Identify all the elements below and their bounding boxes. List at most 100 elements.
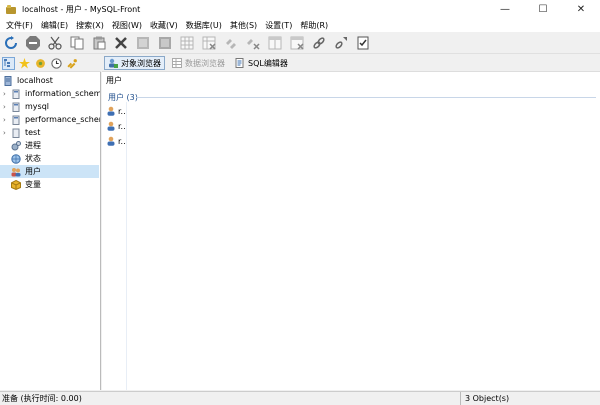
expand-arrow-icon[interactable]: ›: [3, 116, 9, 124]
gears-icon: [11, 140, 21, 151]
tree-node-database[interactable]: › mysql: [3, 100, 49, 113]
menu-other[interactable]: 其他(S): [226, 20, 261, 31]
object-browser-icon: [108, 58, 118, 68]
users-icon: [11, 167, 21, 177]
tree-node-database[interactable]: › information_schem: [3, 87, 101, 100]
window-title: localhost - 用户 - MySQL-Front: [22, 4, 141, 14]
key-icon[interactable]: [66, 57, 79, 70]
refresh-icon[interactable]: [3, 35, 19, 51]
tab-data-browser[interactable]: 数据浏览器: [169, 56, 228, 70]
status-message: 准备 (执行时间: 0.00): [0, 391, 461, 405]
table-icon[interactable]: [267, 35, 283, 51]
main-toolbar: [0, 32, 600, 54]
user-icon: [106, 106, 116, 116]
tree-node-variables[interactable]: 变量: [11, 178, 41, 191]
sql-editor-icon: [235, 58, 245, 68]
tree-node-label: information_schem: [25, 89, 101, 98]
checklist-icon[interactable]: [355, 35, 371, 51]
grid-delete-icon[interactable]: [201, 35, 217, 51]
menu-edit[interactable]: 编辑(E): [37, 20, 72, 31]
link-icon[interactable]: [223, 35, 239, 51]
menu-favorites[interactable]: 收藏(V): [146, 20, 182, 31]
object-count: 3 Object(s): [465, 394, 510, 403]
server-icon: [3, 75, 13, 86]
tree-node-processes[interactable]: 进程: [11, 139, 41, 152]
tab-data-browser-label: 数据浏览器: [185, 58, 225, 68]
paste-icon[interactable]: [91, 35, 107, 51]
tree-node-database[interactable]: › performance_scher: [3, 113, 101, 126]
view-tabs: 对象浏览器 数据浏览器 SQL编辑器: [102, 55, 600, 72]
menu-bar: 文件(F) 编辑(E) 搜索(X) 视图(W) 收藏(V) 数据库(U) 其他(…: [0, 18, 600, 32]
data-browser-icon: [172, 58, 182, 68]
tree-node-label: 变量: [25, 180, 41, 189]
delete-icon[interactable]: [113, 35, 129, 51]
stop-icon[interactable]: [25, 35, 41, 51]
user-name: r..: [118, 106, 126, 116]
tree-node-label: test: [25, 128, 41, 137]
user-item[interactable]: r..: [106, 135, 126, 147]
cut-icon[interactable]: [47, 35, 63, 51]
tree-icon[interactable]: [2, 56, 15, 70]
copy-icon[interactable]: [69, 35, 85, 51]
tab-sql-editor-label: SQL编辑器: [248, 58, 288, 68]
menu-file[interactable]: 文件(F): [2, 20, 37, 31]
tree-node-users[interactable]: 用户: [0, 165, 99, 178]
status-globe-icon: [11, 153, 21, 164]
database-icon: [11, 128, 21, 138]
tree-node-label: 状态: [25, 154, 41, 163]
export-icon[interactable]: [157, 35, 173, 51]
close-button[interactable]: ✕: [562, 0, 600, 18]
database-icon: [11, 115, 21, 125]
user-item[interactable]: r..: [106, 120, 126, 132]
navigator-tabs: [0, 55, 101, 72]
database-icon: [11, 89, 21, 99]
tree-node-label: performance_scher: [25, 115, 101, 124]
chain-arrow-icon[interactable]: [333, 35, 349, 51]
user-item[interactable]: r..: [106, 105, 126, 117]
title-bar: localhost - 用户 - MySQL-Front — ☐ ✕: [0, 0, 600, 18]
variables-cube-icon: [11, 179, 21, 190]
tree-node-label: 进程: [25, 141, 41, 150]
expand-arrow-icon[interactable]: ›: [3, 103, 9, 111]
menu-view[interactable]: 视图(W): [108, 20, 146, 31]
app-folder-icon: [6, 4, 16, 14]
status-bar: 准备 (执行时间: 0.00) 3 Object(s): [0, 391, 600, 405]
grid-icon[interactable]: [179, 35, 195, 51]
navigation-tree: localhost › information_schem › mysql › …: [0, 72, 101, 390]
window-controls: — ☐ ✕: [486, 0, 600, 18]
expand-arrow-icon[interactable]: ›: [3, 129, 9, 137]
column-divider: [126, 102, 127, 390]
import-icon[interactable]: [135, 35, 151, 51]
group-divider: [136, 97, 596, 98]
tab-sql-editor[interactable]: SQL编辑器: [232, 56, 291, 70]
user-icon: [106, 121, 116, 131]
database-icon: [11, 102, 21, 112]
tree-node-label: localhost: [17, 76, 53, 85]
expand-arrow-icon[interactable]: ›: [3, 90, 9, 98]
chain-icon[interactable]: [311, 35, 327, 51]
maximize-button[interactable]: ☐: [524, 0, 562, 18]
tree-node-label: 用户: [25, 167, 41, 176]
star-icon[interactable]: [18, 57, 31, 70]
menu-database[interactable]: 数据库(U): [182, 20, 226, 31]
user-name: r..: [118, 121, 126, 131]
users-group-label: 用户 (3): [108, 93, 138, 102]
link-delete-icon[interactable]: [245, 35, 261, 51]
object-browser-panel: 用户 用户 (3) r.. r.. r..: [102, 72, 600, 390]
minimize-button[interactable]: —: [486, 0, 524, 18]
tree-node-label: mysql: [25, 102, 49, 111]
user-icon: [106, 136, 116, 146]
clock-icon[interactable]: [50, 57, 63, 70]
table-delete-icon[interactable]: [289, 35, 305, 51]
menu-settings[interactable]: 设置(T): [261, 20, 296, 31]
content-header: 用户: [106, 76, 122, 85]
tab-object-browser[interactable]: 对象浏览器: [104, 56, 165, 70]
menu-help[interactable]: 帮助(R): [296, 20, 332, 31]
menu-search[interactable]: 搜索(X): [72, 20, 108, 31]
tree-node-status[interactable]: 状态: [11, 152, 41, 165]
folder-icon[interactable]: [34, 57, 47, 70]
tab-object-browser-label: 对象浏览器: [121, 58, 161, 68]
user-name: r..: [118, 136, 126, 146]
tree-node-localhost[interactable]: localhost: [3, 74, 53, 87]
tree-node-database[interactable]: › test: [3, 126, 40, 139]
